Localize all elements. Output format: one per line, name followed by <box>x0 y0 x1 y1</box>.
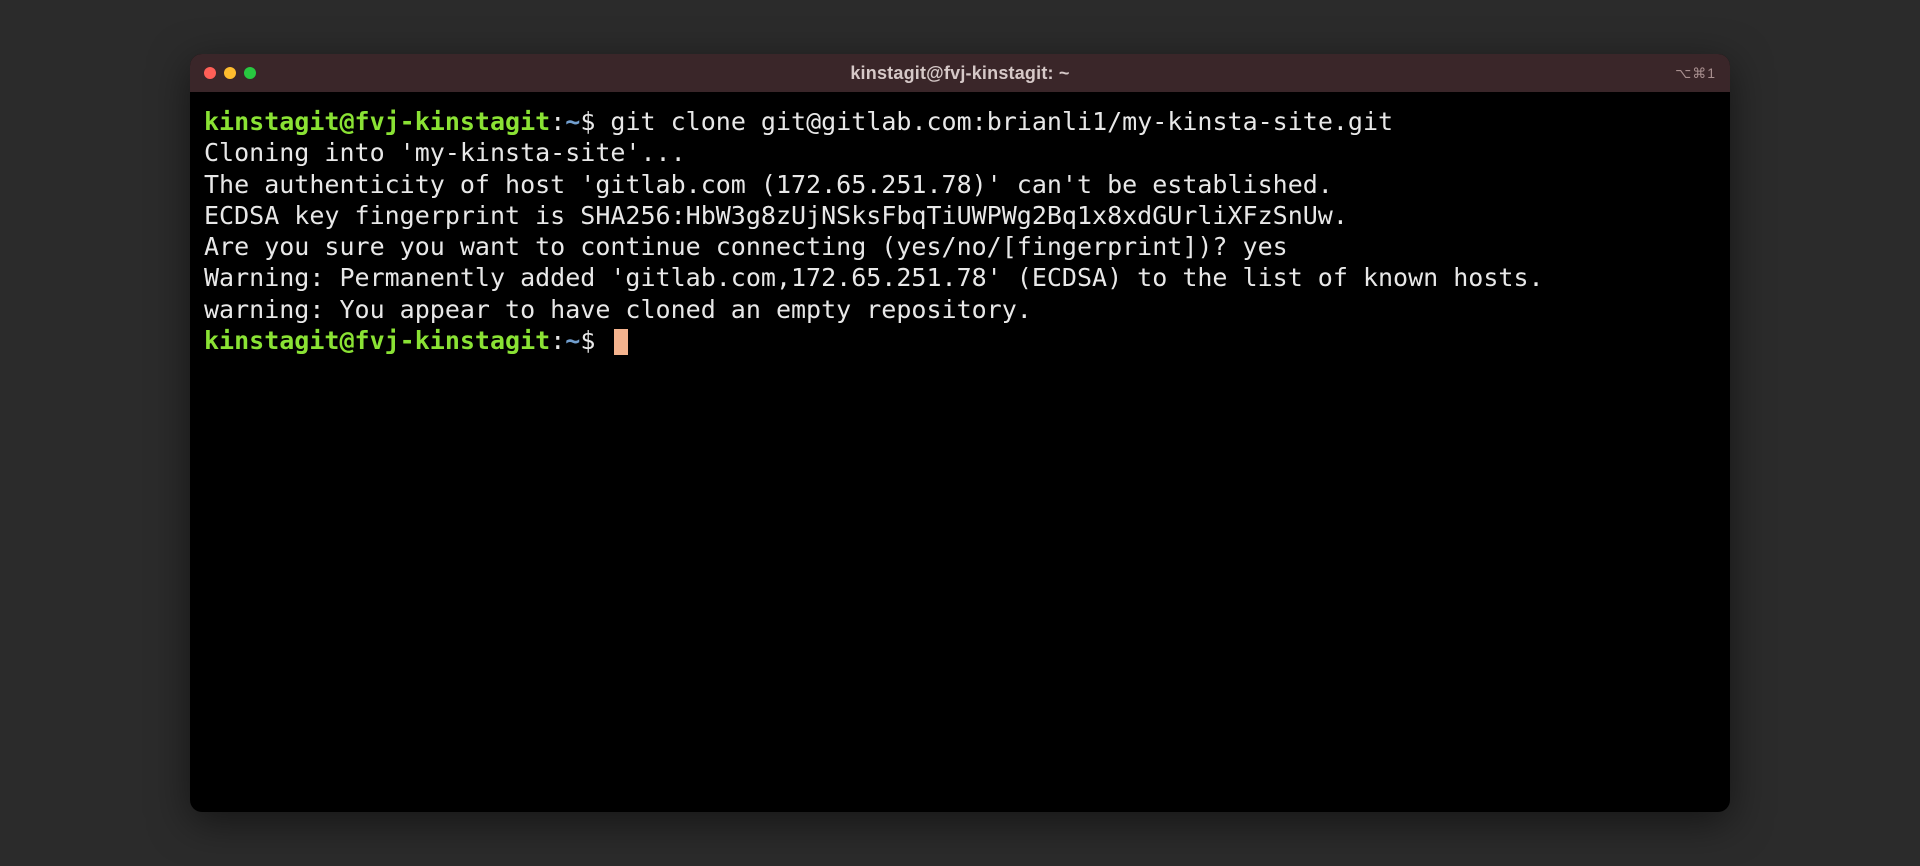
terminal-window: kinstagit@fvj-kinstagit: ~ ⌥⌘1 kinstagit… <box>190 54 1730 812</box>
prompt-separator: : <box>550 107 565 136</box>
window-title: kinstagit@fvj-kinstagit: ~ <box>190 63 1730 84</box>
prompt-userhost: kinstagit@fvj-kinstagit <box>204 107 550 136</box>
output-line: Are you sure you want to continue connec… <box>204 232 1288 261</box>
output-line: ECDSA key fingerprint is SHA256:HbW3g8zU… <box>204 201 1348 230</box>
cursor-icon <box>614 329 628 355</box>
titlebar: kinstagit@fvj-kinstagit: ~ ⌥⌘1 <box>190 54 1730 92</box>
minimize-icon[interactable] <box>224 67 236 79</box>
prompt-userhost: kinstagit@fvj-kinstagit <box>204 326 550 355</box>
titlebar-shortcut-hint: ⌥⌘1 <box>1675 65 1730 82</box>
close-icon[interactable] <box>204 67 216 79</box>
prompt-path: ~ <box>565 107 580 136</box>
output-line: The authenticity of host 'gitlab.com (17… <box>204 170 1333 199</box>
prompt-sign: $ <box>580 107 610 136</box>
output-line: Cloning into 'my-kinsta-site'... <box>204 138 686 167</box>
window-controls <box>190 67 256 79</box>
prompt-sign: $ <box>580 326 610 355</box>
prompt-separator: : <box>550 326 565 355</box>
output-line: warning: You appear to have cloned an em… <box>204 295 1032 324</box>
output-line: Warning: Permanently added 'gitlab.com,1… <box>204 263 1544 292</box>
prompt-path: ~ <box>565 326 580 355</box>
maximize-icon[interactable] <box>244 67 256 79</box>
terminal-body[interactable]: kinstagit@fvj-kinstagit:~$ git clone git… <box>190 92 1730 812</box>
command-text: git clone git@gitlab.com:brianli1/my-kin… <box>610 107 1393 136</box>
